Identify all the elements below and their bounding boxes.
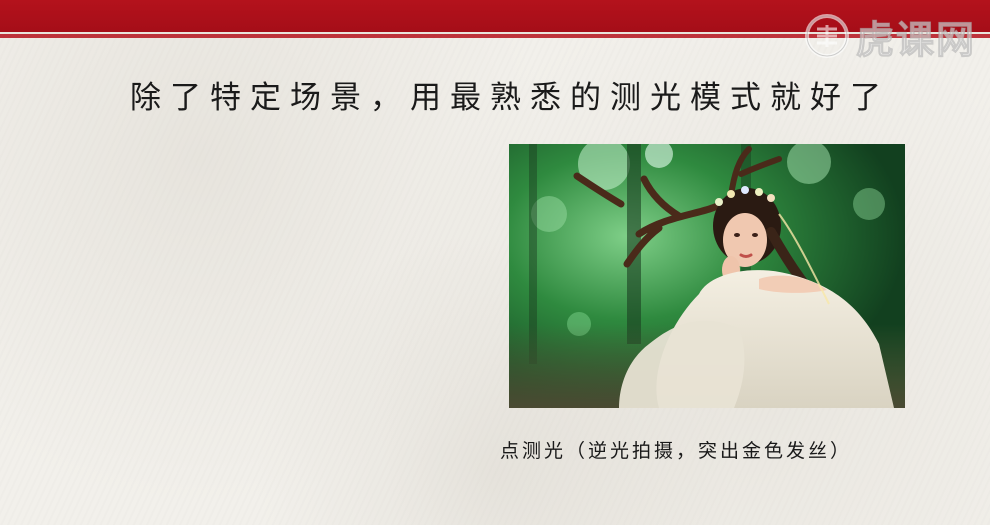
photo-girl-with-antlers (509, 144, 905, 408)
watermark-text: 虎课网 (855, 17, 976, 62)
slide-headline: 除了特定场景，用最熟悉的测光模式就好了 (130, 80, 890, 116)
tiger-logo-icon (804, 13, 850, 59)
photo-caption: 点测光（逆光拍摄，突出金色发丝） (500, 440, 853, 462)
watermark: 虎课网 (804, 6, 976, 66)
